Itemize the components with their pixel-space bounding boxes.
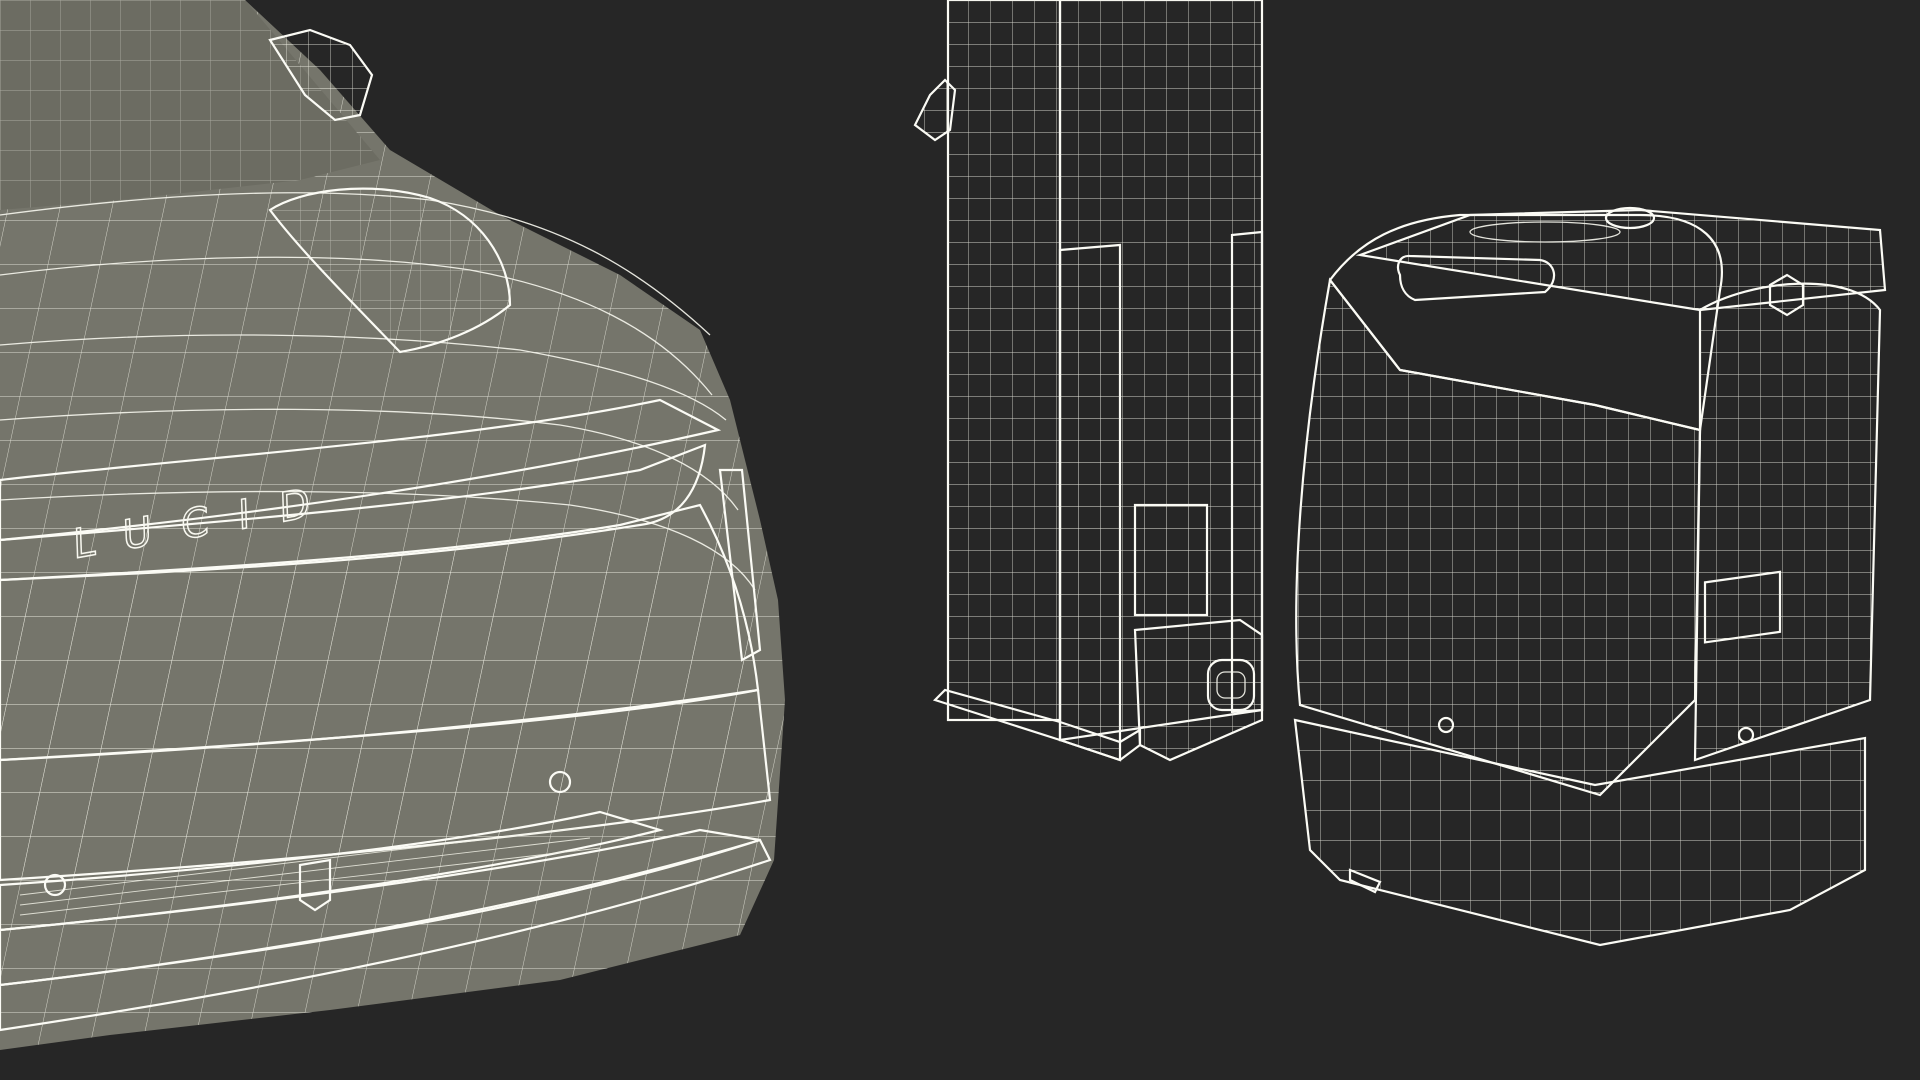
wireframe-scene: LUCID <box>0 0 1887 1050</box>
car-front-wireframe: LUCID <box>0 0 785 1050</box>
charger-pillar-wireframe <box>913 0 1264 762</box>
render-viewport: LUCID <box>0 0 1920 1080</box>
charger-box-wireframe <box>1293 206 1887 947</box>
